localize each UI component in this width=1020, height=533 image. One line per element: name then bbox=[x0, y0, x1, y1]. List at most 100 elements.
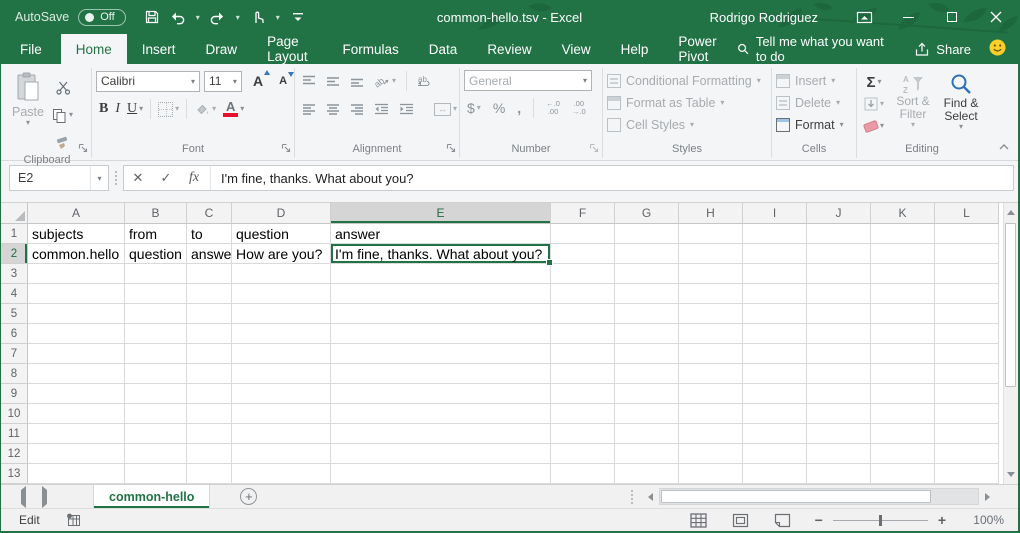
cell-A8[interactable] bbox=[28, 364, 125, 384]
tab-splitter-dots[interactable] bbox=[626, 490, 638, 504]
undo-dropdown-icon[interactable]: ▾ bbox=[193, 13, 203, 22]
column-header-K[interactable]: K bbox=[871, 203, 935, 224]
cell-J2[interactable] bbox=[807, 244, 871, 264]
conditional-formatting-button[interactable]: Conditional Formatting▾ bbox=[607, 70, 767, 91]
increase-indent-icon[interactable] bbox=[396, 98, 417, 120]
cell-J12[interactable] bbox=[807, 444, 871, 464]
cell-I4[interactable] bbox=[743, 284, 807, 304]
cell-D12[interactable] bbox=[232, 444, 331, 464]
cell-B13[interactable] bbox=[125, 464, 187, 484]
close-button[interactable] bbox=[974, 0, 1018, 34]
cell-D4[interactable] bbox=[232, 284, 331, 304]
cell-L3[interactable] bbox=[935, 264, 999, 284]
cell-E9[interactable] bbox=[331, 384, 551, 404]
paste-button[interactable]: Paste ▾ bbox=[7, 70, 49, 154]
tab-page-layout[interactable]: Page Layout bbox=[252, 34, 327, 64]
cell-G12[interactable] bbox=[615, 444, 679, 464]
bold-button[interactable]: B bbox=[96, 98, 111, 120]
comma-style-icon[interactable]: , bbox=[514, 97, 524, 119]
cell-F13[interactable] bbox=[551, 464, 615, 484]
cell-F3[interactable] bbox=[551, 264, 615, 284]
cell-C5[interactable] bbox=[187, 304, 232, 324]
cell-I13[interactable] bbox=[743, 464, 807, 484]
cell-C12[interactable] bbox=[187, 444, 232, 464]
font-size-combobox[interactable]: 11▾ bbox=[204, 71, 242, 92]
font-color-dropdown-icon[interactable]: ▾ bbox=[240, 105, 244, 113]
cell-F5[interactable] bbox=[551, 304, 615, 324]
previous-sheet-icon[interactable] bbox=[21, 490, 26, 504]
tab-formulas[interactable]: Formulas bbox=[328, 34, 414, 64]
row-header-13[interactable]: 13 bbox=[1, 464, 28, 484]
cell-F6[interactable] bbox=[551, 324, 615, 344]
cell-L7[interactable] bbox=[935, 344, 999, 364]
cell-H10[interactable] bbox=[679, 404, 743, 424]
clipboard-dialog-launcher-icon[interactable] bbox=[78, 142, 88, 156]
insert-function-icon[interactable]: fx bbox=[180, 170, 208, 186]
tab-help[interactable]: Help bbox=[606, 34, 664, 64]
cell-I8[interactable] bbox=[743, 364, 807, 384]
cell-C1[interactable]: to bbox=[187, 224, 232, 244]
cell-I7[interactable] bbox=[743, 344, 807, 364]
tab-home[interactable]: Home bbox=[61, 34, 127, 64]
cell-I2[interactable] bbox=[743, 244, 807, 264]
cell-H11[interactable] bbox=[679, 424, 743, 444]
cell-E4[interactable] bbox=[331, 284, 551, 304]
cell-H12[interactable] bbox=[679, 444, 743, 464]
cell-L9[interactable] bbox=[935, 384, 999, 404]
cell-J6[interactable] bbox=[807, 324, 871, 344]
cell-J11[interactable] bbox=[807, 424, 871, 444]
cell-J9[interactable] bbox=[807, 384, 871, 404]
cell-K7[interactable] bbox=[871, 344, 935, 364]
maximize-button[interactable] bbox=[930, 0, 974, 34]
cell-A4[interactable] bbox=[28, 284, 125, 304]
cell-D2[interactable]: How are you? bbox=[232, 244, 331, 264]
column-header-E[interactable]: E bbox=[331, 203, 551, 224]
align-bottom-icon[interactable] bbox=[347, 70, 367, 92]
cell-D11[interactable] bbox=[232, 424, 331, 444]
scroll-down-icon[interactable] bbox=[1004, 465, 1018, 484]
cell-B10[interactable] bbox=[125, 404, 187, 424]
wrap-text-icon[interactable]: ab bbox=[414, 70, 435, 92]
format-as-table-button[interactable]: Format as Table▾ bbox=[607, 92, 767, 113]
tab-file[interactable]: File bbox=[1, 34, 61, 64]
cell-A10[interactable] bbox=[28, 404, 125, 424]
clear-button[interactable]: ▾ bbox=[861, 117, 887, 135]
cell-G6[interactable] bbox=[615, 324, 679, 344]
cell-E13[interactable] bbox=[331, 464, 551, 484]
redo-dropdown-icon[interactable]: ▾ bbox=[233, 13, 243, 22]
column-header-L[interactable]: L bbox=[935, 203, 999, 224]
copy-dropdown-icon[interactable]: ▾ bbox=[69, 111, 73, 119]
align-right-icon[interactable] bbox=[347, 98, 367, 120]
cell-F2[interactable] bbox=[551, 244, 615, 264]
cell-D6[interactable] bbox=[232, 324, 331, 344]
undo-icon[interactable] bbox=[167, 5, 189, 29]
page-layout-view-icon[interactable] bbox=[731, 511, 751, 529]
new-sheet-button[interactable]: + bbox=[240, 488, 257, 505]
cell-L2[interactable] bbox=[935, 244, 999, 264]
cell-D13[interactable] bbox=[232, 464, 331, 484]
cell-K11[interactable] bbox=[871, 424, 935, 444]
cell-K1[interactable] bbox=[871, 224, 935, 244]
cell-G1[interactable] bbox=[615, 224, 679, 244]
cell-I11[interactable] bbox=[743, 424, 807, 444]
row-header-6[interactable]: 6 bbox=[1, 324, 28, 344]
cell-D7[interactable] bbox=[232, 344, 331, 364]
cell-F9[interactable] bbox=[551, 384, 615, 404]
cell-L5[interactable] bbox=[935, 304, 999, 324]
cell-G5[interactable] bbox=[615, 304, 679, 324]
cell-D3[interactable] bbox=[232, 264, 331, 284]
cell-K2[interactable] bbox=[871, 244, 935, 264]
merge-center-icon[interactable]: ↔▾ bbox=[431, 98, 460, 120]
find-select-button[interactable]: Find & Select ▾ bbox=[939, 70, 983, 143]
cell-G9[interactable] bbox=[615, 384, 679, 404]
decrease-indent-icon[interactable] bbox=[371, 98, 392, 120]
cell-C13[interactable] bbox=[187, 464, 232, 484]
align-middle-icon[interactable] bbox=[323, 70, 343, 92]
number-dialog-launcher-icon[interactable] bbox=[589, 142, 599, 156]
enter-icon[interactable]: ✓ bbox=[152, 170, 180, 186]
share-button[interactable]: Share bbox=[914, 42, 971, 57]
cell-C2[interactable]: answer bbox=[187, 244, 232, 264]
align-left-icon[interactable] bbox=[299, 98, 319, 120]
cell-F12[interactable] bbox=[551, 444, 615, 464]
insert-cells-button[interactable]: Insert▾ bbox=[776, 70, 852, 91]
